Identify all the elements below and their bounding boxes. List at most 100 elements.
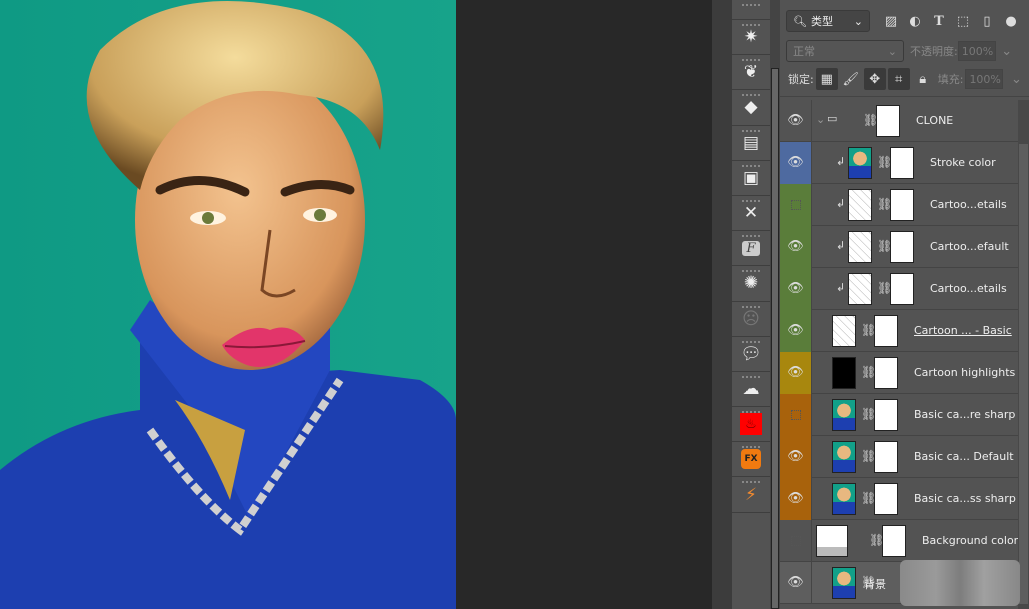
- visibility-off-box[interactable]: [780, 393, 812, 436]
- layer-row[interactable]: 👁︎ ↲ ⛓︎ Cartoo...etails: [780, 267, 1018, 310]
- lock-transparency-icon[interactable]: ▦: [815, 68, 838, 90]
- layer-name: Basic ca... Default: [914, 450, 1014, 463]
- eye-icon[interactable]: 👁︎: [780, 351, 812, 394]
- partial-tool-icon[interactable]: [732, 0, 770, 20]
- layers-stack-icon[interactable]: ▤: [732, 126, 770, 161]
- layer-name: Basic ca...ss sharp: [914, 492, 1016, 505]
- layer-mask-thumbnail[interactable]: [874, 483, 898, 515]
- blend-mode-select[interactable]: 正常 ⌄: [786, 40, 904, 62]
- clipping-arrow-icon: ↲: [836, 281, 846, 294]
- layer-name: Basic ca...re sharp: [914, 408, 1016, 421]
- chevron-down-icon[interactable]: ⌄: [816, 113, 825, 126]
- layer-thumbnail: [832, 441, 856, 473]
- fx-cube-icon[interactable]: FX: [732, 442, 770, 478]
- layer-mask-thumbnail[interactable]: [874, 357, 898, 389]
- opacity-label: 不透明度:: [910, 45, 958, 58]
- cartoon-portrait-image: [0, 0, 456, 609]
- layer-name: Cartoo...etails: [930, 198, 1007, 211]
- chevron-down-icon: ⌄: [853, 14, 863, 28]
- layer-thumbnail: [832, 567, 856, 599]
- fill-input[interactable]: 100%: [965, 69, 1004, 89]
- lock-position-move-icon[interactable]: ✥: [863, 68, 886, 90]
- speech-bubble-icon[interactable]: 💬︎: [732, 337, 770, 372]
- layer-filter-select[interactable]: 🔍︎ 类型 ⌄: [786, 10, 870, 32]
- adjustment-filter-icon[interactable]: ◐: [904, 10, 926, 32]
- layer-row[interactable]: 👁︎ ⌄ ▭ ⛓︎ CLONE: [780, 99, 1018, 142]
- lock-image-brush-icon[interactable]: 🖌︎: [840, 68, 862, 90]
- layers-panel: 🔍︎ 类型 ⌄ ▨ ◐ T ⬚ ▯ ● 正常 ⌄ 不透明度: 100% ⌄ 锁定: ▦…: [780, 0, 1029, 609]
- fork-brush-icon[interactable]: ✕: [732, 196, 770, 232]
- drop-icon[interactable]: ❦: [732, 55, 770, 91]
- sparkle-icon[interactable]: ✷: [732, 20, 770, 56]
- visibility-off-box[interactable]: [780, 183, 812, 226]
- layer-mask-thumbnail[interactable]: [874, 399, 898, 431]
- eye-icon[interactable]: 👁︎: [780, 141, 812, 184]
- cloud-face-icon[interactable]: ☁: [732, 372, 770, 408]
- clipping-arrow-icon: ↲: [836, 197, 846, 210]
- layer-thumbnail: [848, 231, 872, 263]
- layers-scrollbar[interactable]: [1018, 100, 1029, 609]
- wand-pen-icon[interactable]: ⚡: [732, 477, 770, 513]
- layer-mask-thumbnail[interactable]: [890, 189, 914, 221]
- layer-row[interactable]: 👁︎ ⛓︎ Basic ca...ss sharp: [780, 477, 1018, 520]
- layer-mask-thumbnail[interactable]: [874, 441, 898, 473]
- layer-mask-thumbnail[interactable]: [874, 315, 898, 347]
- layer-mask-thumbnail[interactable]: [890, 147, 914, 179]
- document-canvas[interactable]: [0, 0, 456, 609]
- lock-all-icon[interactable]: 🔒︎: [912, 68, 934, 90]
- layer-row[interactable]: 👁︎ ⛓︎ Basic ca... Default: [780, 435, 1018, 478]
- layer-name: CLONE: [916, 114, 954, 127]
- smart-object-filter-icon[interactable]: ▯: [976, 10, 998, 32]
- chevron-down-icon: ⌄: [887, 44, 897, 58]
- layer-thumbnail: [816, 525, 848, 557]
- alien-icon[interactable]: ☹: [732, 302, 770, 337]
- eye-icon[interactable]: 👁︎: [780, 309, 812, 352]
- eye-icon[interactable]: 👁︎: [780, 225, 812, 268]
- layer-row[interactable]: 👁︎ ⛓︎ Cartoon highlights: [780, 351, 1018, 394]
- layer-row[interactable]: 👁︎ ↲ ⛓︎ Stroke color: [780, 141, 1018, 184]
- font-icon[interactable]: F: [732, 231, 770, 267]
- layer-name: Background color: [922, 534, 1019, 547]
- lock-artboard-icon[interactable]: ⌗: [887, 68, 910, 90]
- opacity-input[interactable]: 100%: [957, 41, 996, 61]
- toolbar-scrollbar[interactable]: [770, 0, 780, 609]
- panel-dock-strip: [712, 0, 732, 609]
- chevron-down-icon[interactable]: ⌄: [996, 40, 1018, 62]
- layer-thumbnail: [832, 483, 856, 515]
- aperture-icon[interactable]: ✺: [732, 266, 770, 302]
- layer-thumbnail: [832, 399, 856, 431]
- layer-mask-thumbnail[interactable]: [882, 525, 906, 557]
- shape-filter-icon[interactable]: ⬚: [952, 10, 974, 32]
- fill-label: 填充:: [937, 73, 964, 86]
- chevron-down-icon[interactable]: ⌄: [1005, 68, 1027, 90]
- layer-row[interactable]: 👁︎ ⛓︎ Cartoon ... - Basic: [780, 309, 1018, 352]
- layer-row[interactable]: 👁︎ ↲ ⛓︎ Cartoo...efault: [780, 225, 1018, 268]
- squares-icon[interactable]: ▣: [732, 161, 770, 196]
- type-filter-icon[interactable]: T: [928, 10, 950, 32]
- image-filter-icon[interactable]: ▨: [880, 10, 902, 32]
- eye-icon[interactable]: 👁︎: [780, 561, 812, 604]
- layer-mask-thumbnail[interactable]: [876, 105, 900, 137]
- layer-mask-thumbnail[interactable]: [890, 273, 914, 305]
- red-fire-plugin-icon[interactable]: ♨: [732, 407, 770, 443]
- visibility-off-box[interactable]: [780, 519, 812, 562]
- layer-name: Cartoon highlights: [914, 366, 1016, 379]
- eye-icon[interactable]: 👁︎: [780, 477, 812, 520]
- eye-icon[interactable]: 👁︎: [780, 435, 812, 478]
- layer-row[interactable]: ⛓︎ Basic ca...re sharp: [780, 393, 1018, 436]
- lock-label: 锁定:: [788, 73, 814, 86]
- pasteboard: [456, 0, 712, 609]
- layer-row[interactable]: ↲ ⛓︎ Cartoo...etails: [780, 183, 1018, 226]
- eye-icon[interactable]: 👁︎: [780, 99, 812, 142]
- eye-icon[interactable]: 👁︎: [780, 267, 812, 310]
- layer-name: Cartoo...etails: [930, 282, 1007, 295]
- layer-thumbnail: [832, 357, 856, 389]
- shapes-icon[interactable]: ◆: [732, 90, 770, 126]
- blurred-region: [900, 560, 1020, 606]
- filter-toggle-icon[interactable]: ●: [1000, 10, 1022, 32]
- layer-name: Cartoon ... - Basic: [914, 324, 1012, 337]
- layer-thumbnail: [848, 147, 872, 179]
- layer-row[interactable]: ⛓︎ Background color: [780, 519, 1019, 562]
- layer-mask-thumbnail[interactable]: [890, 231, 914, 263]
- layer-thumbnail: [848, 189, 872, 221]
